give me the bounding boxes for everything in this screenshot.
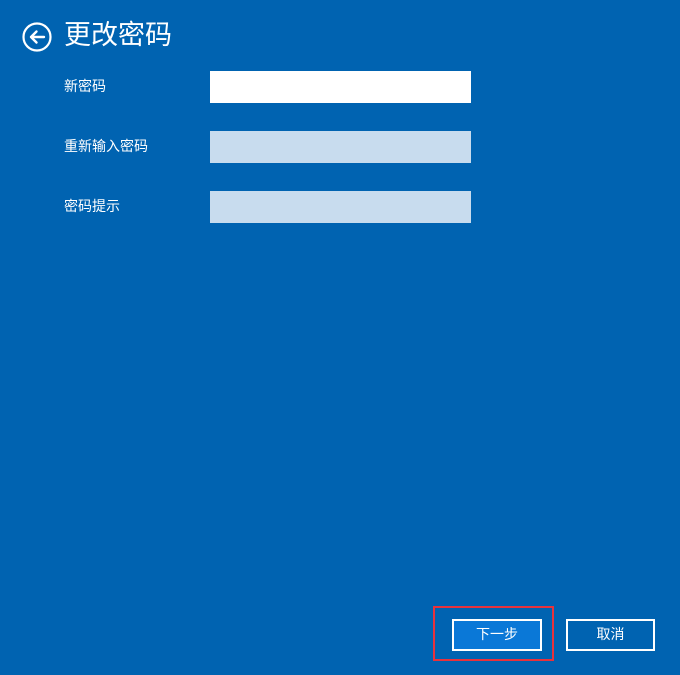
- back-arrow-circle-icon: [22, 22, 52, 52]
- password-hint-input[interactable]: [210, 191, 471, 223]
- cancel-button[interactable]: 取消: [566, 619, 655, 651]
- page-title: 更改密码: [64, 20, 172, 51]
- next-button[interactable]: 下一步: [452, 619, 542, 651]
- new-password-label: 新密码: [64, 79, 106, 95]
- back-button[interactable]: [22, 22, 52, 52]
- new-password-input[interactable]: [210, 71, 471, 103]
- confirm-password-input[interactable]: [210, 131, 471, 163]
- password-hint-label: 密码提示: [64, 199, 120, 215]
- confirm-password-label: 重新输入密码: [64, 139, 148, 155]
